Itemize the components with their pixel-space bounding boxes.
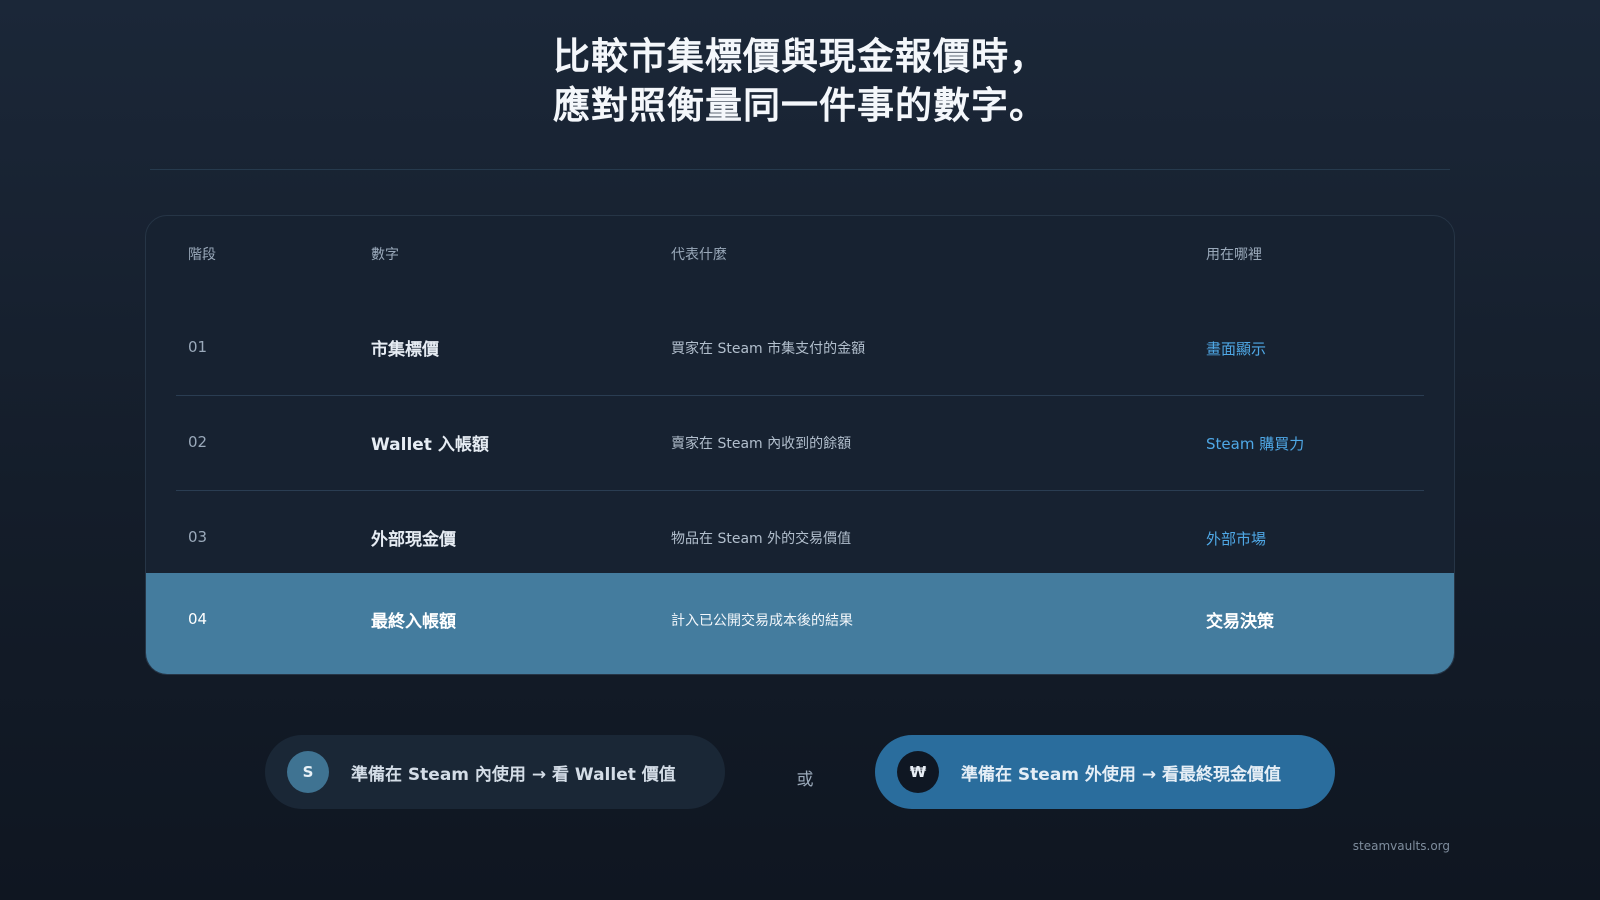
slide: 比較市集標價與現金報價時， 應對照衡量同一件事的數字。 階段 數字 代表什麼 用…: [0, 0, 1600, 900]
table-row-highlighted: 04 最終入帳額 計入已公開交易成本後的結果 交易決策: [146, 573, 1454, 674]
row-index: 02: [188, 433, 208, 451]
row-index: 04: [188, 610, 208, 628]
currency-won-icon: ₩: [897, 751, 939, 793]
header-stage: 階段: [188, 247, 216, 263]
table-row: 02 Wallet 入帳額 賣家在 Steam 內收到的餘額 Steam 購買力: [146, 396, 1454, 491]
divider: [150, 169, 1450, 170]
cash-value-choice-label: 準備在 Steam 外使用 → 看最終現金價值: [961, 764, 1282, 785]
row-usage: 外部市場: [1206, 530, 1267, 548]
steam-wallet-choice-button[interactable]: S 準備在 Steam 內使用 → 看 Wallet 價值: [265, 735, 725, 809]
row-meaning: 物品在 Steam 外的交易價值: [671, 531, 852, 547]
row-usage: Steam 購買力: [1206, 435, 1305, 453]
row-number-name: 外部現金價: [371, 530, 456, 550]
row-index: 03: [188, 528, 208, 546]
row-number-name: 市集標價: [371, 340, 439, 360]
title-line-1: 比較市集標價與現金報價時，: [553, 35, 1047, 78]
header-number: 數字: [371, 247, 399, 263]
site-footer: steamvaults.org: [1352, 839, 1450, 853]
table-row: 01 市集標價 買家在 Steam 市集支付的金額 畫面顯示: [146, 301, 1454, 396]
header-usage: 用在哪裡: [1206, 247, 1262, 263]
or-separator: 或: [796, 770, 814, 790]
row-number-name: Wallet 入帳額: [371, 435, 489, 455]
row-number-name: 最終入帳額: [371, 612, 456, 632]
row-usage: 畫面顯示: [1206, 340, 1267, 358]
header-meaning: 代表什麼: [671, 247, 727, 263]
cash-value-choice-button[interactable]: ₩ 準備在 Steam 外使用 → 看最終現金價值: [875, 735, 1335, 809]
row-meaning: 賣家在 Steam 內收到的餘額: [671, 436, 852, 452]
page-title: 比較市集標價與現金報價時， 應對照衡量同一件事的數字。: [0, 32, 1600, 130]
table-header: 階段 數字 代表什麼 用在哪裡: [146, 216, 1454, 301]
steam-wallet-choice-label: 準備在 Steam 內使用 → 看 Wallet 價值: [351, 764, 676, 785]
row-index: 01: [188, 338, 208, 356]
row-meaning: 計入已公開交易成本後的結果: [671, 613, 853, 629]
table-row: 03 外部現金價 物品在 Steam 外的交易價值 外部市場: [146, 491, 1454, 586]
row-meaning: 買家在 Steam 市集支付的金額: [671, 341, 866, 357]
comparison-table: 階段 數字 代表什麼 用在哪裡 01 市集標價 買家在 Steam 市集支付的金…: [145, 215, 1455, 675]
title-line-2: 應對照衡量同一件事的數字。: [553, 84, 1047, 127]
steam-s-icon: S: [287, 751, 329, 793]
row-usage: 交易決策: [1206, 612, 1274, 632]
